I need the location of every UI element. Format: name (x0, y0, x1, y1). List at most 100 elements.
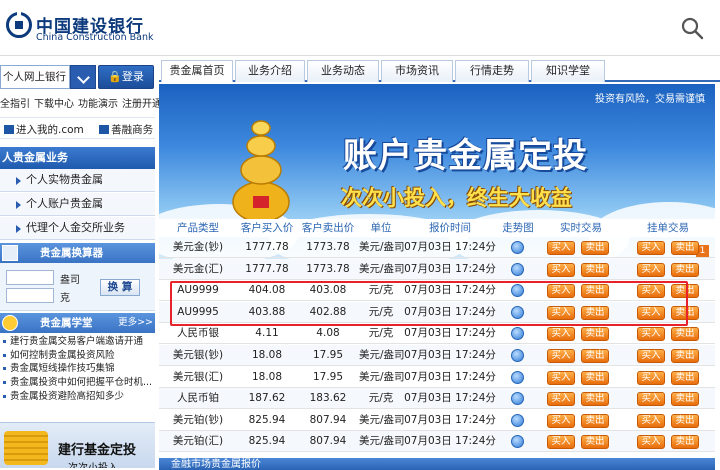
quote-table-header: 产品类型 客户买入价 客户卖出价 单位 报价时间 走势图 实时交易 挂单交易 (159, 219, 715, 237)
realtime-sell-button[interactable]: 卖出 (581, 241, 609, 255)
ounce-input[interactable] (6, 270, 54, 285)
tab-market-info[interactable]: 市场资讯 (381, 60, 453, 82)
realtime-sell-button[interactable]: 卖出 (581, 413, 609, 428)
order-buy-button[interactable]: 买入 (637, 349, 665, 363)
bulb-icon (2, 315, 18, 331)
lock-icon: 🔒 (108, 70, 122, 83)
order-sell-button[interactable]: 卖出 (671, 241, 699, 255)
order-sell-button[interactable]: 卖出 (671, 370, 699, 385)
order-sell-button[interactable]: 卖出 (671, 262, 699, 277)
school-more-link[interactable]: 更多>> (118, 313, 153, 333)
realtime-buy-button[interactable]: 买入 (547, 392, 575, 407)
trend-chart-icon[interactable] (511, 413, 524, 427)
quick-link-guide[interactable]: 全指引 (0, 99, 30, 110)
shop-link[interactable]: 善融商务 (111, 124, 153, 136)
fund-title: 建行基金定投 (58, 443, 137, 458)
order-sell-button[interactable]: 卖出 (671, 392, 699, 407)
order-buy-button[interactable]: 买入 (637, 413, 665, 428)
realtime-sell-button[interactable]: 卖出 (581, 435, 609, 450)
ccb-logo-icon (6, 12, 32, 38)
order-buy-button[interactable]: 买入 (637, 241, 665, 255)
order-sell-button[interactable]: 卖出 (671, 349, 699, 363)
order-sell-button[interactable]: 卖出 (671, 327, 699, 342)
tab-business-intro[interactable]: 业务介绍 (235, 60, 305, 82)
column-header: 产品类型 (177, 222, 219, 234)
list-item[interactable]: 贵金属投资避险高招知多少 (0, 390, 155, 404)
quick-link-download[interactable]: 下载中心 (34, 99, 74, 110)
trend-chart-icon[interactable] (511, 435, 524, 449)
realtime-buy-button[interactable]: 买入 (547, 370, 575, 385)
calculator-title: 贵金属换算器 (40, 247, 103, 259)
sidebar-item-account-metal[interactable]: 个人账户贵金属 (0, 193, 155, 216)
unit: 美元/盎司 (359, 349, 405, 361)
sell-price: 17.95 (312, 349, 344, 361)
trend-chart-icon[interactable] (511, 262, 524, 276)
school-title: 贵金属学堂 (40, 317, 93, 329)
realtime-buy-button[interactable]: 买入 (547, 241, 575, 255)
table-row: 美元银(钞) 18.08 17.95 美元/盎司 07月03日 17:24分 买入 卖出 买入… (159, 345, 715, 366)
banner-subtitle: 次次小投入，终生大收益 (341, 186, 572, 210)
realtime-sell-button[interactable]: 卖出 (581, 370, 609, 385)
search-icon[interactable] (680, 16, 704, 40)
quote-time: 07月03日 17:24分 (404, 370, 496, 383)
realtime-buy-button[interactable]: 买入 (547, 413, 575, 428)
tab-business-news[interactable]: 业务动态 (307, 60, 379, 82)
tab-price-trend[interactable]: 行情走势 (455, 60, 529, 82)
sidebar-item-physical-metal[interactable]: 个人实物贵金属 (0, 169, 155, 192)
bottom-section-title: 金融市场贵金属报价 (171, 459, 261, 470)
tab-metal-home[interactable]: 贵金属首页 (161, 60, 233, 82)
trend-chart-icon[interactable] (511, 349, 524, 362)
realtime-buy-button[interactable]: 买入 (547, 435, 575, 450)
chevron-down-icon[interactable] (70, 65, 96, 89)
trend-chart-icon[interactable] (511, 241, 524, 254)
buy-price: 1777.78 (245, 262, 289, 275)
list-item[interactable]: 建行贵金属交易客户端邀请开通 (0, 335, 155, 349)
sidebar-item-exchange-agency[interactable]: 代理个人金交所业务 (0, 217, 155, 240)
login-type-select[interactable]: 个人网上银行 (0, 65, 70, 89)
calculator-header: 贵金属换算器 (0, 243, 155, 263)
list-item[interactable]: 如何控制贵金属投资风险 (0, 349, 155, 363)
order-buy-button[interactable]: 买入 (637, 327, 665, 342)
trend-chart-icon[interactable] (511, 370, 524, 384)
realtime-buy-button[interactable]: 买入 (547, 327, 575, 342)
realtime-sell-button[interactable]: 卖出 (581, 392, 609, 407)
quick-link-demo[interactable]: 功能演示 (78, 99, 118, 110)
realtime-buy-button[interactable]: 买入 (547, 349, 575, 363)
order-buy-button[interactable]: 买入 (637, 262, 665, 277)
trend-chart-icon[interactable] (511, 392, 524, 406)
list-item[interactable]: 贵金属短线操作技巧集锦 (0, 362, 155, 376)
tab-knowledge[interactable]: 知识学堂 (531, 60, 605, 82)
convert-button[interactable]: 换 算 (100, 279, 140, 296)
quote-time: 07月03日 17:24分 (404, 392, 496, 405)
gram-input[interactable] (6, 288, 54, 303)
sell-price: 1773.78 (306, 262, 350, 275)
calculator-icon (2, 245, 18, 261)
realtime-sell-button[interactable]: 卖出 (581, 327, 609, 342)
left-sidebar: 个人网上银行 🔒登录 全指引 下载中心 功能演示 注册开通 进入我的.com 善融商务… (0, 62, 162, 468)
table-row: 美元银(汇) 18.08 17.95 美元/盎司 07月03日 17:24分 买入 卖出 买入… (159, 367, 715, 388)
gram-unit-label: 克 (60, 293, 70, 304)
column-header: 客户卖出价 (301, 222, 355, 234)
list-item[interactable]: 贵金属投资中如何把握平仓时机... (0, 376, 155, 390)
school-header: 贵金属学堂 更多>> (0, 313, 155, 333)
sell-price: 183.62 (309, 392, 347, 405)
order-buy-button[interactable]: 买入 (637, 370, 665, 385)
quote-time: 07月03日 17:24分 (404, 349, 496, 361)
realtime-buy-button[interactable]: 买入 (547, 262, 575, 277)
fund-banner[interactable]: 建行基金定投 次次小投入 (0, 422, 155, 468)
banner-title: 账户贵金属定投 (343, 136, 588, 176)
enter-my-link[interactable]: 进入我的.com (16, 124, 84, 136)
order-sell-button[interactable]: 卖出 (671, 435, 699, 450)
order-buy-button[interactable]: 买入 (637, 392, 665, 407)
product-name: 美元铂(钞) (172, 413, 224, 426)
realtime-sell-button[interactable]: 卖出 (581, 262, 609, 277)
main-content: 贵金属首页 业务介绍 业务动态 市场资讯 行情走势 知识学堂 投资有风险，交易需… (159, 56, 720, 470)
trend-chart-icon[interactable] (511, 327, 524, 341)
cart-icon (99, 125, 110, 134)
login-button[interactable]: 🔒登录 (98, 65, 154, 89)
realtime-sell-button[interactable]: 卖出 (581, 349, 609, 363)
order-buy-button[interactable]: 买入 (637, 435, 665, 450)
quick-link-register[interactable]: 注册开通 (122, 99, 162, 110)
order-sell-button[interactable]: 卖出 (671, 413, 699, 428)
column-header: 实时交易 (560, 222, 602, 234)
